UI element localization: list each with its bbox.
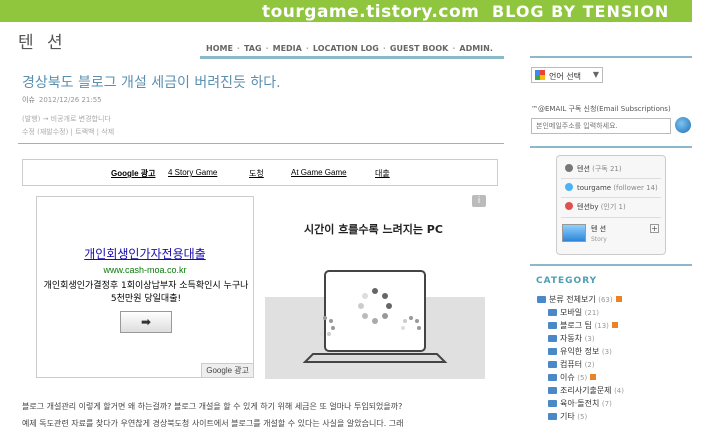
email-subscription-title: ™@EMAIL 구독 신청(Email Subscriptions) (531, 105, 671, 113)
new-badge-icon (611, 322, 618, 328)
site-title[interactable]: 텐 션 (18, 28, 67, 53)
top-nav: HOME · TAG · MEDIA · LOCATION LOG · GUEST BO… (206, 44, 493, 53)
post-category[interactable]: 이슈 (22, 96, 35, 104)
category-item[interactable]: 블로그 팁 (13) (548, 320, 618, 331)
subscribe-submit-icon[interactable] (675, 117, 691, 133)
folder-icon (548, 309, 557, 316)
google-link-3[interactable]: At Game Game (291, 168, 347, 177)
nav-divider (200, 56, 504, 59)
category-item[interactable]: 모바일 (21) (548, 307, 599, 318)
ad-description: 개인회생인가결정후 1회이상납부자 소득확인시 누구나 5천만원 당일대출! (43, 281, 249, 304)
banner-tagline: BLOG BY TENSION (492, 2, 670, 21)
folder-icon (537, 296, 546, 303)
google-link-1[interactable]: 4 Story Game (168, 168, 217, 177)
add-icon[interactable]: + (650, 224, 659, 233)
post-body-line-1: 블로그 개설관리 이렇게 할거면 왜 하는걸까? 블로그 개설을 할 수 있게 … (22, 402, 403, 411)
subscribe-icon (565, 164, 573, 172)
category-item[interactable]: 조리사기출문제 (4) (548, 385, 624, 396)
google-link-4[interactable]: 대출 (375, 168, 390, 179)
card-row-twitter[interactable]: tourgame (follower 14) (565, 183, 658, 192)
category-item[interactable]: 육아·돌전치 (7) (548, 398, 612, 409)
google-translate-icon (535, 70, 545, 80)
nav-admin[interactable]: ADMIN. (459, 44, 493, 53)
google-ad-badge[interactable]: Google 광고 (201, 363, 253, 377)
post-admin-links[interactable]: 수정 (재발수정) | 트랙백 | 삭제 (22, 127, 114, 137)
post-body-line-2: 예제 독도관련 자료를 찾다가 우연찮게 경상북도청 사이트에서 블로그를 개설… (22, 419, 404, 428)
new-badge-icon (590, 374, 597, 380)
nav-tag[interactable]: TAG (244, 44, 262, 53)
email-subscription-input[interactable] (531, 118, 671, 134)
post-publish-status[interactable]: (발행) → 비공개로 변경합니다 (22, 114, 111, 124)
folder-icon (548, 413, 557, 420)
laptop-illustration[interactable] (265, 236, 485, 381)
banner-url[interactable]: tourgame.tistory.com (262, 2, 479, 22)
folder-icon (548, 361, 557, 368)
nav-guest-book[interactable]: GUEST BOOK (390, 44, 448, 53)
top-banner: tourgame.tistory.com BLOG BY TENSION (0, 0, 692, 22)
nav-location-log[interactable]: LOCATION LOG (313, 44, 379, 53)
google-link-2[interactable]: 도청 (249, 168, 264, 179)
category-item[interactable]: 자동차 (3) (548, 333, 595, 344)
category-item[interactable]: 컴퓨터 (2) (548, 359, 595, 370)
category-item[interactable]: 유익한 정보 (3) (548, 346, 612, 357)
folder-icon (548, 374, 557, 381)
category-item[interactable]: 기타 (5) (548, 411, 587, 422)
category-title: CATEGORY (536, 276, 598, 286)
ad-url[interactable]: www.cash-moa.co.kr (37, 265, 253, 275)
category-item[interactable]: 분류 전체보기 (63) (537, 294, 622, 305)
card-row-subscribe[interactable]: 텐션 (구독 21) (565, 164, 622, 174)
chevron-down-icon[interactable]: ▼ (593, 70, 599, 79)
social-card: 텐션 (구독 21) tourgame (follower 14) 텐션by (… (556, 155, 666, 255)
post-date: 2012/12/26 21:55 (38, 96, 102, 104)
ad-headline[interactable]: 개인회생인가자전용대출 (37, 245, 253, 262)
ad-info-icon[interactable]: i (472, 195, 486, 207)
sidebar-divider-top (530, 56, 692, 58)
post-divider (18, 143, 504, 144)
card-row-popular[interactable]: 텐션by (인기 1) (565, 202, 626, 212)
twitter-icon (565, 183, 573, 191)
text-ad[interactable]: 개인회생인가자전용대출 www.cash-moa.co.kr 개인회생인가결정후… (36, 196, 254, 378)
category-item[interactable]: 이슈 (5) (548, 372, 597, 383)
sidebar-divider-3 (530, 264, 692, 266)
folder-icon (548, 348, 557, 355)
avatar[interactable] (562, 224, 586, 242)
google-link-units: Google 광고 4 Story Game 도청 At Game Game 대… (22, 159, 498, 186)
folder-icon (548, 322, 557, 329)
profile-sub: Story (591, 236, 607, 243)
ad-arrow-button[interactable]: ➡ (120, 311, 172, 333)
image-ad-title[interactable]: 시간이 흐를수록 느려지는 PC (304, 221, 443, 237)
nav-media[interactable]: MEDIA (273, 44, 302, 53)
language-selector[interactable]: 언어 선택 ▼ (531, 67, 603, 83)
new-badge-icon (615, 296, 622, 302)
sidebar-divider-2 (530, 146, 692, 148)
profile-name[interactable]: 텐 션 (591, 224, 606, 234)
google-ads-label[interactable]: Google 광고 (111, 168, 156, 179)
heart-icon (565, 202, 573, 210)
nav-home[interactable]: HOME (206, 44, 233, 53)
folder-icon (548, 400, 557, 407)
folder-icon (548, 335, 557, 342)
folder-icon (548, 387, 557, 394)
language-label: 언어 선택 (549, 72, 581, 81)
post-title[interactable]: 경상북도 블로그 개설 세금이 버려진듯 하다. (22, 72, 281, 92)
post-meta: 이슈 2012/12/26 21:55 (22, 95, 102, 105)
